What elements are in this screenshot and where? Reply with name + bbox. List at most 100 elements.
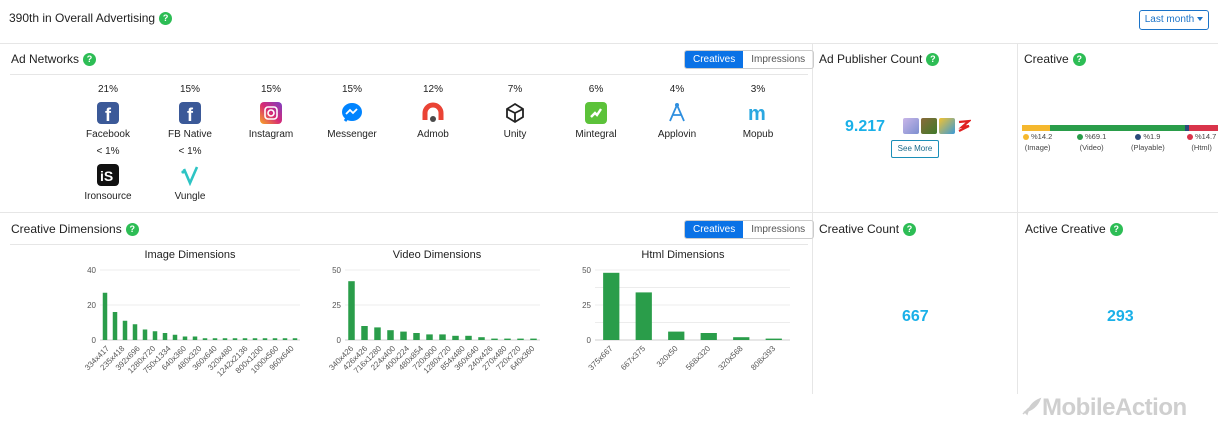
bar[interactable] [112,312,118,340]
ad-network-item[interactable]: 12% Admob [398,84,468,140]
app-thumbnail[interactable] [939,118,955,134]
creative-bar-segment [1049,125,1186,131]
legend-dot [1077,134,1083,141]
network-name: Applovin [657,129,697,140]
help-icon[interactable]: ? [83,53,97,67]
network-name: Vungle [174,191,206,202]
network-share: 4% [669,84,685,95]
bar[interactable] [504,338,511,340]
impressions-tab[interactable]: Impressions [743,221,813,238]
creative-legend-item: %14.7 (Html) [1187,131,1216,153]
ad-network-item[interactable]: 15% Messenger [317,84,387,140]
bar[interactable] [282,338,288,340]
ad-network-item[interactable]: 21% f Facebook [73,84,143,140]
bar[interactable] [182,336,188,341]
ad-network-item[interactable]: 7% Unity [480,84,550,140]
bar[interactable] [733,337,750,340]
ad-network-item[interactable]: 15% Instagram [236,84,306,140]
help-icon[interactable]: ? [1109,223,1123,237]
ad-network-item[interactable]: 6% Mintegral [561,84,631,140]
bar[interactable] [152,331,158,340]
network-share: 15% [179,84,200,95]
publisher-count: 9.217 [845,118,886,135]
bar[interactable] [272,338,278,340]
app-thumbnail[interactable] [921,118,937,134]
active-creative-title: Active Creative? [1025,222,1123,237]
bar[interactable] [413,333,420,340]
bar[interactable] [452,335,459,340]
bar[interactable] [222,338,228,340]
network-share: 3% [750,84,766,95]
bar[interactable] [387,330,394,340]
divider [812,44,813,394]
period-dropdown[interactable]: Last month [1139,10,1209,30]
bar[interactable] [765,338,782,340]
bar[interactable] [102,292,108,340]
network-share: 21% [97,84,118,95]
bar[interactable] [348,281,355,340]
bar[interactable] [603,272,620,340]
creatives-tab[interactable]: Creatives [685,221,744,238]
legend-label: %69.1 [1085,132,1107,141]
bar[interactable] [122,320,128,340]
bar[interactable] [172,334,178,340]
bar[interactable] [530,338,537,340]
applovin-icon [666,102,688,124]
svg-text:f: f [105,105,112,124]
bar[interactable] [262,338,268,340]
x-tick-label: 808x393 [749,344,777,372]
creatives-tab[interactable]: Creatives [685,51,744,68]
bar[interactable] [465,335,472,340]
bar[interactable] [292,338,298,340]
y-tick-label: 20 [87,301,96,310]
bar[interactable] [374,327,381,340]
bar[interactable] [132,324,138,340]
image-dimensions-chart: 02040334x417235x418392x6961280x720750x13… [83,266,300,378]
bar[interactable] [439,334,446,340]
mobileaction-logo: MobileAction [1020,394,1187,422]
bar[interactable] [232,338,238,340]
bar[interactable] [162,333,168,340]
unity-icon [504,102,526,124]
bar[interactable] [700,333,717,340]
network-share: 15% [341,84,362,95]
bar[interactable] [517,338,524,340]
ad-network-item[interactable]: < 1% Vungle [155,146,225,202]
ad-network-item[interactable]: 4% Applovin [642,84,712,140]
page-title: 390th in Overall Advertising? [9,11,173,26]
bar[interactable] [361,326,368,340]
bar[interactable] [252,338,258,340]
help-icon[interactable]: ? [125,223,139,237]
help-icon[interactable]: ? [159,12,173,26]
impressions-tab[interactable]: Impressions [743,51,813,68]
network-name: Mopub [742,129,774,140]
bar[interactable] [202,338,208,340]
legend-value: %1.9 [1131,131,1165,142]
divider [0,43,1218,44]
bar[interactable] [668,331,685,340]
bar[interactable] [400,331,407,340]
see-more-button[interactable]: See More [891,140,939,158]
bar[interactable] [192,336,198,341]
help-icon[interactable]: ? [1072,53,1086,67]
legend-dot [1135,134,1142,141]
y-tick-label: 0 [337,336,342,345]
bar[interactable] [635,292,652,340]
network-share: < 1% [178,146,202,157]
ad-network-item[interactable]: < 1% iS Ironsource [73,146,143,202]
bar[interactable] [142,329,148,341]
app-thumbnail[interactable] [957,119,973,133]
bar[interactable] [242,338,248,340]
bar[interactable] [212,338,218,340]
bar[interactable] [478,337,485,340]
ad-network-item[interactable]: 3% m Mopub [723,84,793,140]
bar[interactable] [491,338,498,340]
ad-network-item[interactable]: 15% f FB Native [155,84,225,140]
bar[interactable] [426,334,433,340]
creative-dimensions-toggle: Creatives Impressions [684,220,815,239]
network-share: < 1% [96,146,120,157]
network-share: 12% [422,84,443,95]
help-icon[interactable]: ? [903,223,917,237]
help-icon[interactable]: ? [926,53,940,67]
app-thumbnail[interactable] [903,118,919,134]
